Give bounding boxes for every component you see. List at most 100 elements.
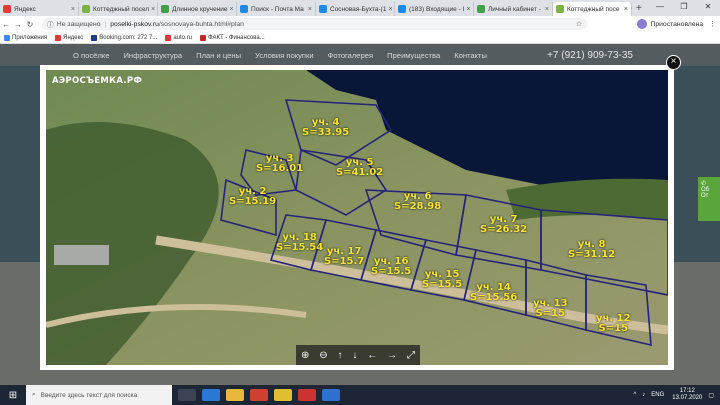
zoom-out-icon[interactable]: ⊖ bbox=[319, 350, 327, 361]
address-bar[interactable]: ⓘ Не защищено | poselki-pskov.ru /sosnov… bbox=[42, 18, 587, 30]
plot-area: S=15 bbox=[598, 323, 629, 334]
maximize-button[interactable]: ❐ bbox=[672, 0, 696, 14]
favicon bbox=[477, 5, 485, 13]
bookmark-item[interactable]: Яндекс bbox=[55, 34, 84, 41]
bookmarks-bar: Приложения Яндекс Booking.com: 272 7... … bbox=[0, 32, 720, 44]
language-indicator[interactable]: ENG bbox=[651, 392, 664, 398]
close-window-button[interactable]: ✕ bbox=[696, 0, 720, 14]
prev-icon[interactable]: ← bbox=[367, 350, 377, 361]
chrome-icon[interactable] bbox=[274, 389, 292, 401]
notifications-icon[interactable]: ▢ bbox=[708, 392, 714, 399]
nav-item[interactable]: О посёлке bbox=[73, 51, 109, 60]
callback-widget[interactable]: ✆ Об От bbox=[698, 177, 720, 221]
tab-label: Поиск - Почта Ма bbox=[251, 5, 304, 13]
plot-area: S=16.01 bbox=[256, 163, 304, 174]
back-icon[interactable]: ← bbox=[0, 20, 12, 29]
mail-icon[interactable] bbox=[322, 389, 340, 401]
browser-tab[interactable]: Сосновая-Бухта-(1 × bbox=[316, 2, 395, 16]
nav-item[interactable]: Фотогалерея bbox=[328, 51, 373, 60]
plot-label: уч. 18 S=15.54 bbox=[276, 233, 323, 253]
favicon bbox=[398, 5, 406, 13]
taskbar: ⊞ ⌕ Введите здесь текст для поиска ^ ♪ E… bbox=[0, 385, 720, 405]
tab-label: Коттеджный посел bbox=[93, 5, 150, 13]
plot-area: S=41.02 bbox=[336, 167, 384, 178]
plot-label: уч. 7 S=26.32 bbox=[480, 215, 527, 235]
system-tray: ^ ♪ ENG 17:12 13.07.2020 ▢ bbox=[633, 388, 720, 402]
close-tab-icon[interactable]: × bbox=[464, 6, 470, 13]
taskbar-search[interactable]: ⌕ Введите здесь текст для поиска bbox=[26, 385, 172, 405]
close-tab-icon[interactable]: × bbox=[386, 6, 392, 13]
browser-tab-active[interactable]: Коттеджный посе × bbox=[553, 2, 632, 16]
close-tab-icon[interactable]: × bbox=[622, 6, 628, 13]
fullscreen-icon[interactable]: ⤢ bbox=[407, 350, 415, 361]
reload-icon[interactable]: ↻ bbox=[24, 20, 36, 29]
zoom-in-icon[interactable]: ⊕ bbox=[301, 350, 309, 361]
next-icon[interactable]: → bbox=[387, 350, 397, 361]
bookmark-item[interactable]: Приложения bbox=[4, 34, 47, 41]
close-tab-icon[interactable]: × bbox=[228, 6, 234, 13]
time: 17:12 bbox=[679, 388, 695, 394]
close-tab-icon[interactable]: × bbox=[543, 6, 549, 13]
speaker-icon[interactable]: ♪ bbox=[642, 392, 645, 398]
plot-label: уч. 5 S=41.02 bbox=[336, 158, 383, 178]
browser-tab[interactable]: (183) Входящие - I × bbox=[395, 2, 474, 16]
nav-item[interactable]: План и цены bbox=[196, 51, 241, 60]
favicon bbox=[319, 5, 327, 13]
minimize-button[interactable]: — bbox=[648, 0, 672, 14]
close-tab-icon[interactable]: × bbox=[306, 6, 312, 13]
windows-start-icon[interactable]: ⊞ bbox=[0, 385, 26, 405]
bookmark-item[interactable]: ФАКТ - Финансова... bbox=[200, 34, 265, 41]
phone-number[interactable]: +7 (921) 909-73-35 bbox=[547, 50, 633, 61]
close-tab-icon[interactable]: × bbox=[69, 6, 75, 13]
bookmark-label: ФАКТ - Финансова... bbox=[208, 34, 265, 41]
star-icon[interactable]: ☆ bbox=[576, 20, 582, 28]
menu-icon[interactable]: ⋮ bbox=[709, 20, 716, 28]
rotate-down-icon[interactable]: ↓ bbox=[352, 350, 357, 361]
plot-area: S=15.7 bbox=[324, 256, 365, 267]
browser-tab[interactable]: Яндекс × bbox=[0, 2, 79, 16]
clock[interactable]: 17:12 13.07.2020 bbox=[672, 388, 702, 402]
plot-label: уч. 15 S=15.5 bbox=[422, 270, 462, 290]
profile-button[interactable]: Приостановлена ⋮ bbox=[637, 19, 720, 29]
browser-tab[interactable]: Коттеджный посел × bbox=[79, 2, 158, 16]
widget-label: От bbox=[701, 193, 709, 199]
task-view-icon[interactable] bbox=[178, 389, 196, 401]
favicon bbox=[161, 5, 169, 13]
plot-label: уч. 16 S=15.5 bbox=[371, 257, 411, 277]
browser-tab[interactable]: Поиск - Почта Ма × bbox=[237, 2, 316, 16]
browser-tab[interactable]: Длинное кручение × bbox=[158, 2, 237, 16]
url-path: /sosnovaya-buhta.html#plan bbox=[158, 20, 244, 28]
app-icon[interactable] bbox=[298, 389, 316, 401]
chevron-up-icon[interactable]: ^ bbox=[633, 392, 636, 398]
profile-label: Приостановлена bbox=[650, 20, 704, 28]
bookmark-item[interactable]: auto.ru bbox=[165, 34, 192, 41]
search-icon: ⌕ bbox=[32, 391, 36, 398]
file-explorer-icon[interactable] bbox=[226, 389, 244, 401]
nav-item[interactable]: Условия покупки bbox=[255, 51, 314, 60]
nav-item[interactable]: Преимущества bbox=[387, 51, 440, 60]
browser-tab[interactable]: Личный кабинет - × bbox=[474, 2, 553, 16]
app-icon[interactable] bbox=[250, 389, 268, 401]
info-icon[interactable]: ⓘ bbox=[47, 19, 54, 29]
favicon bbox=[240, 5, 248, 13]
favicon bbox=[55, 34, 62, 41]
bookmark-label: Яндекс bbox=[63, 34, 84, 41]
new-tab-button[interactable]: + bbox=[632, 2, 646, 16]
forward-icon[interactable]: → bbox=[12, 20, 24, 29]
edge-icon[interactable] bbox=[202, 389, 220, 401]
url-domain: poselki-pskov.ru bbox=[110, 20, 159, 28]
close-button[interactable]: × bbox=[666, 55, 681, 70]
nav-item[interactable]: Инфраструктура bbox=[123, 51, 182, 60]
tab-label: (183) Входящие - I bbox=[409, 5, 465, 13]
close-tab-icon[interactable]: × bbox=[149, 6, 155, 13]
rotate-up-icon[interactable]: ↑ bbox=[337, 350, 342, 361]
plot-label: уч. 17 S=15.7 bbox=[324, 247, 364, 267]
nav-item[interactable]: Контакты bbox=[454, 51, 487, 60]
bookmark-label: Booking.com: 272 7... bbox=[99, 34, 158, 41]
favicon bbox=[91, 34, 98, 41]
bookmark-item[interactable]: Booking.com: 272 7... bbox=[91, 34, 158, 41]
plot-area: S=15.19 bbox=[229, 196, 277, 207]
tab-label: Сосновая-Бухта-(1 bbox=[330, 5, 387, 13]
security-label: Не защищено bbox=[56, 20, 101, 28]
plot-area: S=15.5 bbox=[422, 279, 463, 290]
